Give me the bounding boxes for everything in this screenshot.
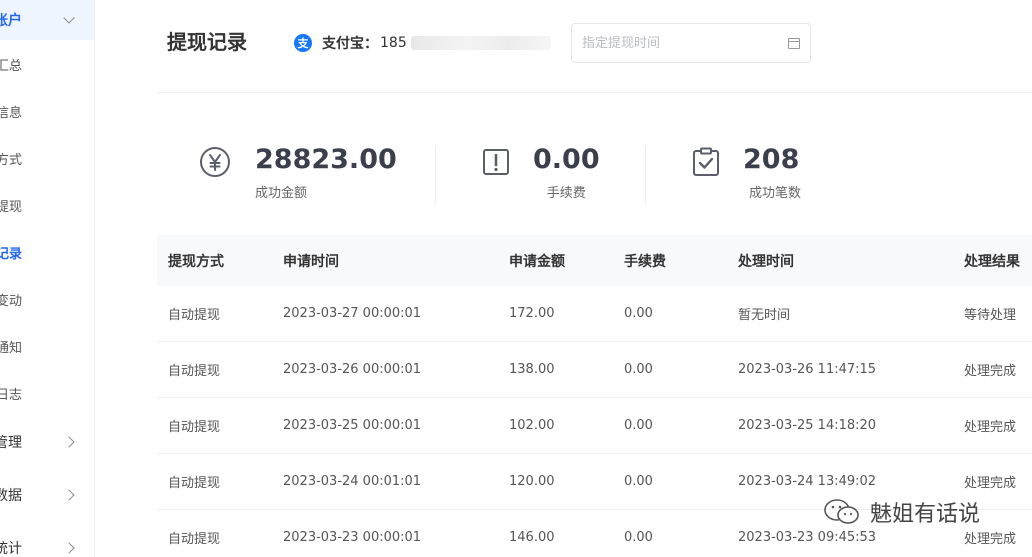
table-cell: 138.00 [509,362,555,377]
table-row: 自动提现 2023-03-27 00:00:01 172.00 0.00 暂无时间 等待处… [157,286,1032,342]
date-input[interactable] [582,35,788,51]
table-cell: 自动提现 [168,308,221,323]
sidebar-item-method[interactable]: 方式 [0,143,94,173]
column-header: 手续费 [624,253,666,270]
chevron-right-icon [63,436,75,448]
date-picker[interactable] [571,23,811,63]
stat-label: 成功笔数 [749,186,802,201]
wechat-icon [824,499,859,524]
sidebar-group-account[interactable]: 账户 [0,0,94,40]
stat-label: 成功金额 [255,186,308,201]
column-header: 处理时间 [738,253,794,270]
watermark: 魅姐有话说 [822,496,980,528]
table-cell: 0.00 [624,530,653,545]
sidebar-group-manage[interactable]: 管理 [0,422,94,462]
table-cell: 120.00 [509,474,555,489]
page-title: 提现记录 [167,30,247,54]
exclamation-icon [483,149,509,175]
stat-value: 208 [743,144,800,175]
table-cell: 146.00 [509,530,555,545]
clipboard-check-icon [693,147,719,176]
table-row: 自动提现 2023-03-26 00:00:01 138.00 0.00 2023-03… [157,342,1032,398]
sidebar-item-info[interactable]: 信息 [0,96,94,126]
stat-value: 28823.00 [255,144,397,175]
alipay-account-number: 185 [380,35,407,51]
table-cell: 2023-03-26 00:00:01 [283,362,422,377]
table-cell: 自动提现 [168,476,221,491]
table-cell: 2023-03-27 00:00:01 [283,306,422,321]
table-cell: 2023-03-25 14:18:20 [738,418,877,433]
stat-success-count: 208 成功笔数 [690,144,801,201]
chevron-right-icon [63,489,75,501]
sidebar-group-label: 账户 [0,13,22,29]
chevron-down-icon [63,12,75,24]
table-cell: 172.00 [509,306,555,321]
sidebar-group-stats[interactable]: 统计 [0,528,94,557]
column-header: 申请金额 [509,253,565,270]
table-cell: 2023-03-26 11:47:15 [738,362,877,377]
sidebar-item-summary[interactable]: 汇总 [0,49,94,79]
table-cell: 2023-03-25 00:00:01 [283,418,422,433]
sidebar: 账户 汇总 信息 方式 提现 记录 变动 通知 日志 管理 数据 统计 [0,0,95,557]
table-cell: 处理完成 [964,420,1017,435]
table-cell: 2023-03-24 00:01:01 [283,474,422,489]
divider [435,146,436,204]
table-header: 提现方式 申请时间 申请金额 手续费 处理时间 处理结果 [157,235,1032,286]
chevron-right-icon [63,542,75,554]
sidebar-group-data[interactable]: 数据 [0,475,94,515]
alipay-label: 支付宝： [322,36,378,52]
stat-fee: 0.00 手续费 [480,144,600,201]
table-row: 自动提现 2023-03-25 00:00:01 102.00 0.00 2023-03… [157,398,1032,454]
column-header: 提现方式 [168,253,224,270]
stat-success-amount: 28823.00 成功金额 [199,144,397,201]
table-cell: 等待处理 [964,308,1017,323]
table-cell: 自动提现 [168,420,221,435]
table-cell: 0.00 [624,362,653,377]
alipay-icon: 支 [294,34,312,52]
table-cell: 102.00 [509,418,555,433]
column-header: 申请时间 [283,253,339,270]
table-cell: 0.00 [624,474,653,489]
table-cell: 自动提现 [168,364,221,379]
stat-value: 0.00 [533,144,600,175]
sidebar-item-notify[interactable]: 通知 [0,331,94,361]
yen-icon [200,147,230,177]
account-mask [410,36,551,50]
calendar-icon[interactable] [788,37,800,49]
sidebar-item-log[interactable]: 日志 [0,378,94,408]
watermark-text: 魅姐有话说 [870,502,981,527]
table-cell: 2023-03-23 00:00:01 [283,530,422,545]
alipay-account: 支 支付宝： 185 [294,33,551,53]
table-cell: 暂无时间 [738,308,791,323]
divider [645,146,646,204]
table-cell: 处理完成 [964,364,1017,379]
table-cell: 0.00 [624,306,653,321]
page-header: 提现记录 支 支付宝： 185 [157,0,1032,93]
sidebar-item-changes[interactable]: 变动 [0,284,94,314]
sidebar-item-records[interactable]: 记录 [0,237,94,267]
table-cell: 0.00 [624,418,653,433]
column-header: 处理结果 [964,253,1020,270]
sidebar-item-withdraw[interactable]: 提现 [0,190,94,220]
stat-label: 手续费 [546,186,586,201]
table-cell: 自动提现 [168,532,221,547]
